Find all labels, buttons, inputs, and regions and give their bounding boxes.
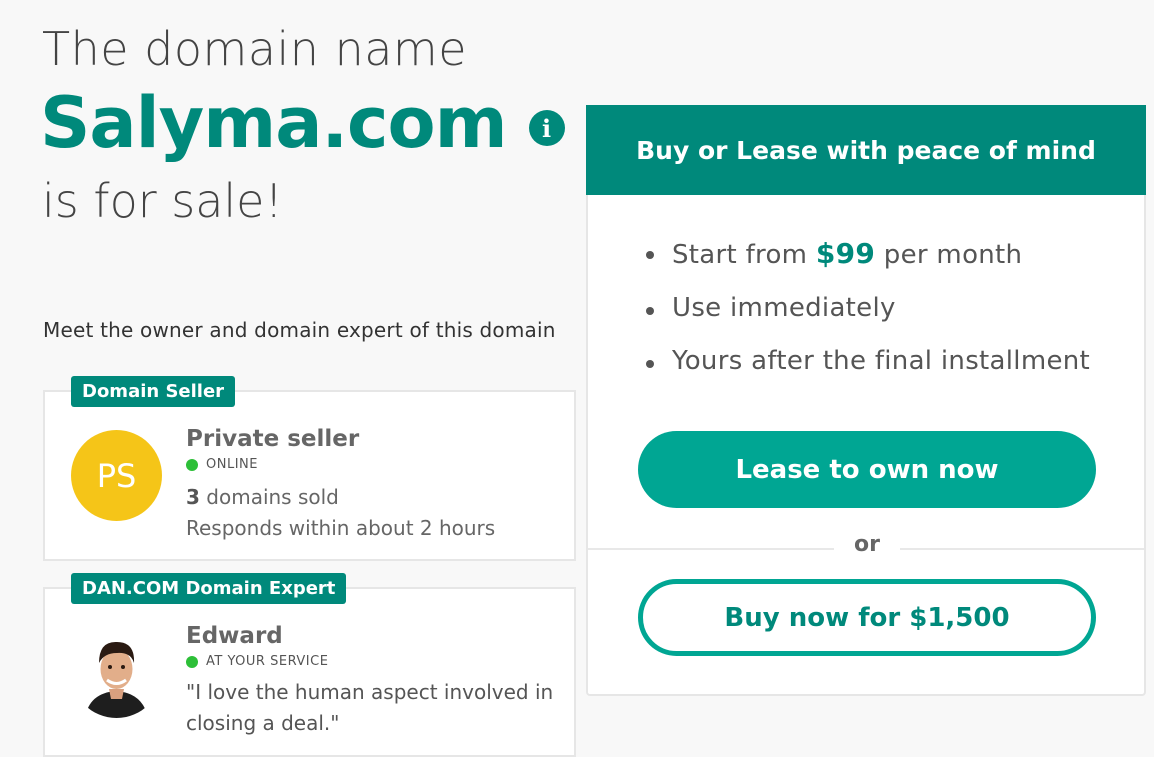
domains-sold-count: 3 xyxy=(186,485,200,509)
online-dot-icon xyxy=(186,655,198,668)
benefit-price-suffix: per month xyxy=(875,240,1023,270)
seller-status-text: ONLINE xyxy=(206,457,258,472)
expert-card: DAN.COM Domain Expert Edward AT YOUR SER… xyxy=(43,573,576,757)
lease-to-own-button[interactable]: Lease to own now xyxy=(638,431,1096,508)
info-icon[interactable]: i xyxy=(528,110,565,146)
response-time: Responds within about 2 hours xyxy=(186,516,496,540)
expert-photo-icon xyxy=(71,627,162,718)
headline-intro: The domain name xyxy=(42,22,468,76)
expert-status: AT YOUR SERVICE xyxy=(186,654,576,669)
seller-name: Private seller xyxy=(186,426,360,452)
online-dot-icon xyxy=(186,458,198,471)
benefit-ownership: Yours after the final installment xyxy=(646,346,1090,376)
seller-card: Domain Seller PS Private seller ONLINE 3… xyxy=(43,376,576,561)
seller-status: ONLINE xyxy=(186,457,495,472)
owner-intro-text: Meet the owner and domain expert of this… xyxy=(43,318,556,342)
benefit-use: Use immediately xyxy=(646,293,1090,323)
seller-tag: Domain Seller xyxy=(71,376,236,407)
benefit-price: Start from $99 per month xyxy=(646,237,1090,270)
domains-sold: 3 domains sold xyxy=(186,482,495,513)
seller-info: Private seller ONLINE 3 domains sold Res… xyxy=(186,426,495,544)
benefits-list: Start from $99 per month Use immediately… xyxy=(646,237,1090,399)
expert-tag: DAN.COM Domain Expert xyxy=(71,573,347,604)
domain-title-row: Salyma.com i xyxy=(40,82,565,164)
buy-now-button[interactable]: Buy now for $1,500 xyxy=(638,579,1096,656)
purchase-panel: Buy or Lease with peace of mind Start fr… xyxy=(586,105,1146,696)
benefit-price-prefix: Start from xyxy=(672,240,816,270)
or-separator: or xyxy=(834,532,900,557)
domain-name: Salyma.com xyxy=(40,82,508,164)
expert-name: Edward xyxy=(186,623,283,649)
panel-header: Buy or Lease with peace of mind xyxy=(586,105,1146,195)
seller-avatar: PS xyxy=(71,430,162,521)
headline-for-sale: is for sale! xyxy=(42,174,283,228)
expert-avatar xyxy=(71,627,162,718)
expert-quote: "I love the human aspect involved in clo… xyxy=(186,680,554,735)
monthly-price: $99 xyxy=(815,237,876,270)
domains-sold-label: domains sold xyxy=(199,485,339,509)
expert-status-text: AT YOUR SERVICE xyxy=(206,654,329,669)
expert-info: Edward AT YOUR SERVICE "I love the human… xyxy=(186,623,576,739)
